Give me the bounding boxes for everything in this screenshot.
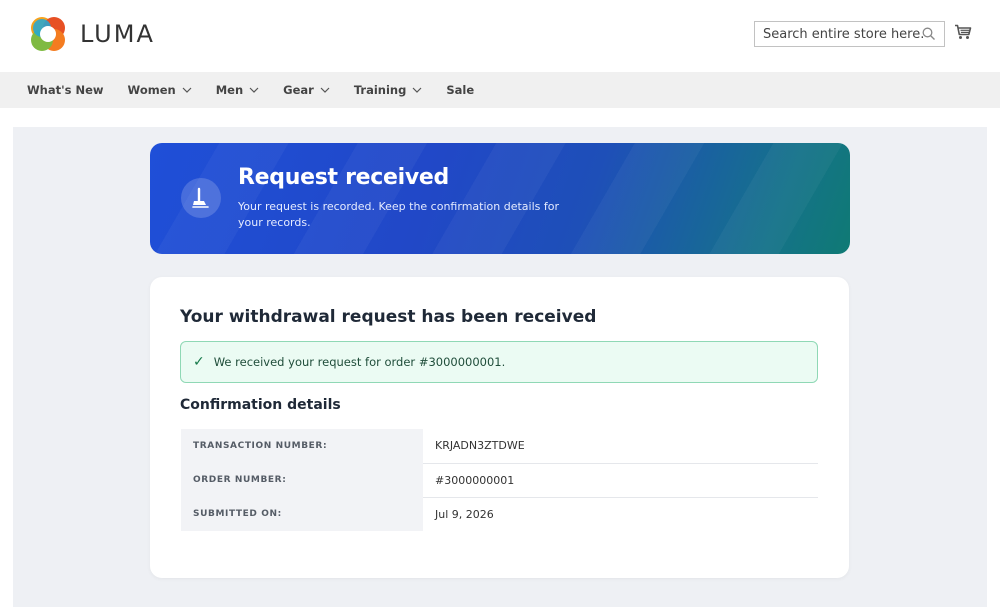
nav-item-label: What's New	[27, 83, 104, 97]
confirmation-card: Your withdrawal request has been receive…	[150, 277, 849, 578]
main-navigation: What's New Women Men Gear Training Sale	[0, 72, 1000, 108]
chevron-down-icon	[249, 87, 259, 93]
chevron-down-icon	[412, 87, 422, 93]
nav-item-whats-new[interactable]: What's New	[27, 83, 104, 97]
logo-text: LUMA	[80, 20, 155, 48]
section-title: Confirmation details	[180, 397, 341, 413]
nav-item-label: Gear	[283, 83, 314, 97]
search-icon[interactable]	[922, 27, 936, 41]
search-input[interactable]	[763, 26, 923, 42]
detail-value: KRJADN3ZTDWE	[423, 429, 818, 464]
detail-label: ORDER NUMBER:	[181, 463, 423, 497]
nav-item-women[interactable]: Women	[128, 83, 192, 97]
luma-logo-icon	[31, 17, 65, 51]
nav-item-men[interactable]: Men	[216, 83, 259, 97]
page-title: Your withdrawal request has been receive…	[180, 307, 597, 327]
site-header: LUMA	[0, 0, 1000, 72]
detail-value: #3000000001	[423, 463, 818, 498]
nav-item-label: Sale	[446, 83, 475, 97]
detail-value: Jul 9, 2026	[435, 507, 494, 521]
nav-item-label: Women	[127, 83, 176, 97]
confirmation-details-table: TRANSACTION NUMBER: KRJADN3ZTDWE ORDER N…	[181, 429, 818, 531]
banner-description: Your request is recorded. Keep the confi…	[238, 200, 559, 229]
store-logo[interactable]: LUMA	[28, 14, 155, 54]
table-row: ORDER NUMBER: #3000000001	[181, 463, 818, 498]
broom-icon	[181, 178, 221, 218]
table-row: TRANSACTION NUMBER: KRJADN3ZTDWE	[181, 429, 818, 464]
request-received-banner: Request received Your request is recorde…	[150, 143, 850, 254]
success-alert-text: We received your request for order #3000…	[213, 355, 506, 369]
nav-item-label: Men	[215, 83, 244, 97]
banner-title: Request received	[238, 165, 449, 190]
checkmark-icon: ✓	[193, 354, 205, 370]
chevron-down-icon	[320, 87, 330, 93]
nav-item-label: Training	[353, 83, 407, 97]
cart-icon[interactable]	[954, 24, 972, 40]
table-row: SUBMITTED ON: Jul 9, 2026	[181, 497, 818, 531]
nav-item-training[interactable]: Training	[354, 83, 423, 97]
chevron-down-icon	[182, 87, 192, 93]
nav-item-sale[interactable]: Sale	[446, 83, 474, 97]
nav-item-gear[interactable]: Gear	[283, 83, 330, 97]
success-alert: ✓ We received your request for order #30…	[180, 341, 818, 383]
search-box[interactable]	[754, 21, 945, 47]
detail-label: SUBMITTED ON:	[181, 497, 423, 531]
detail-label: TRANSACTION NUMBER:	[181, 429, 423, 463]
